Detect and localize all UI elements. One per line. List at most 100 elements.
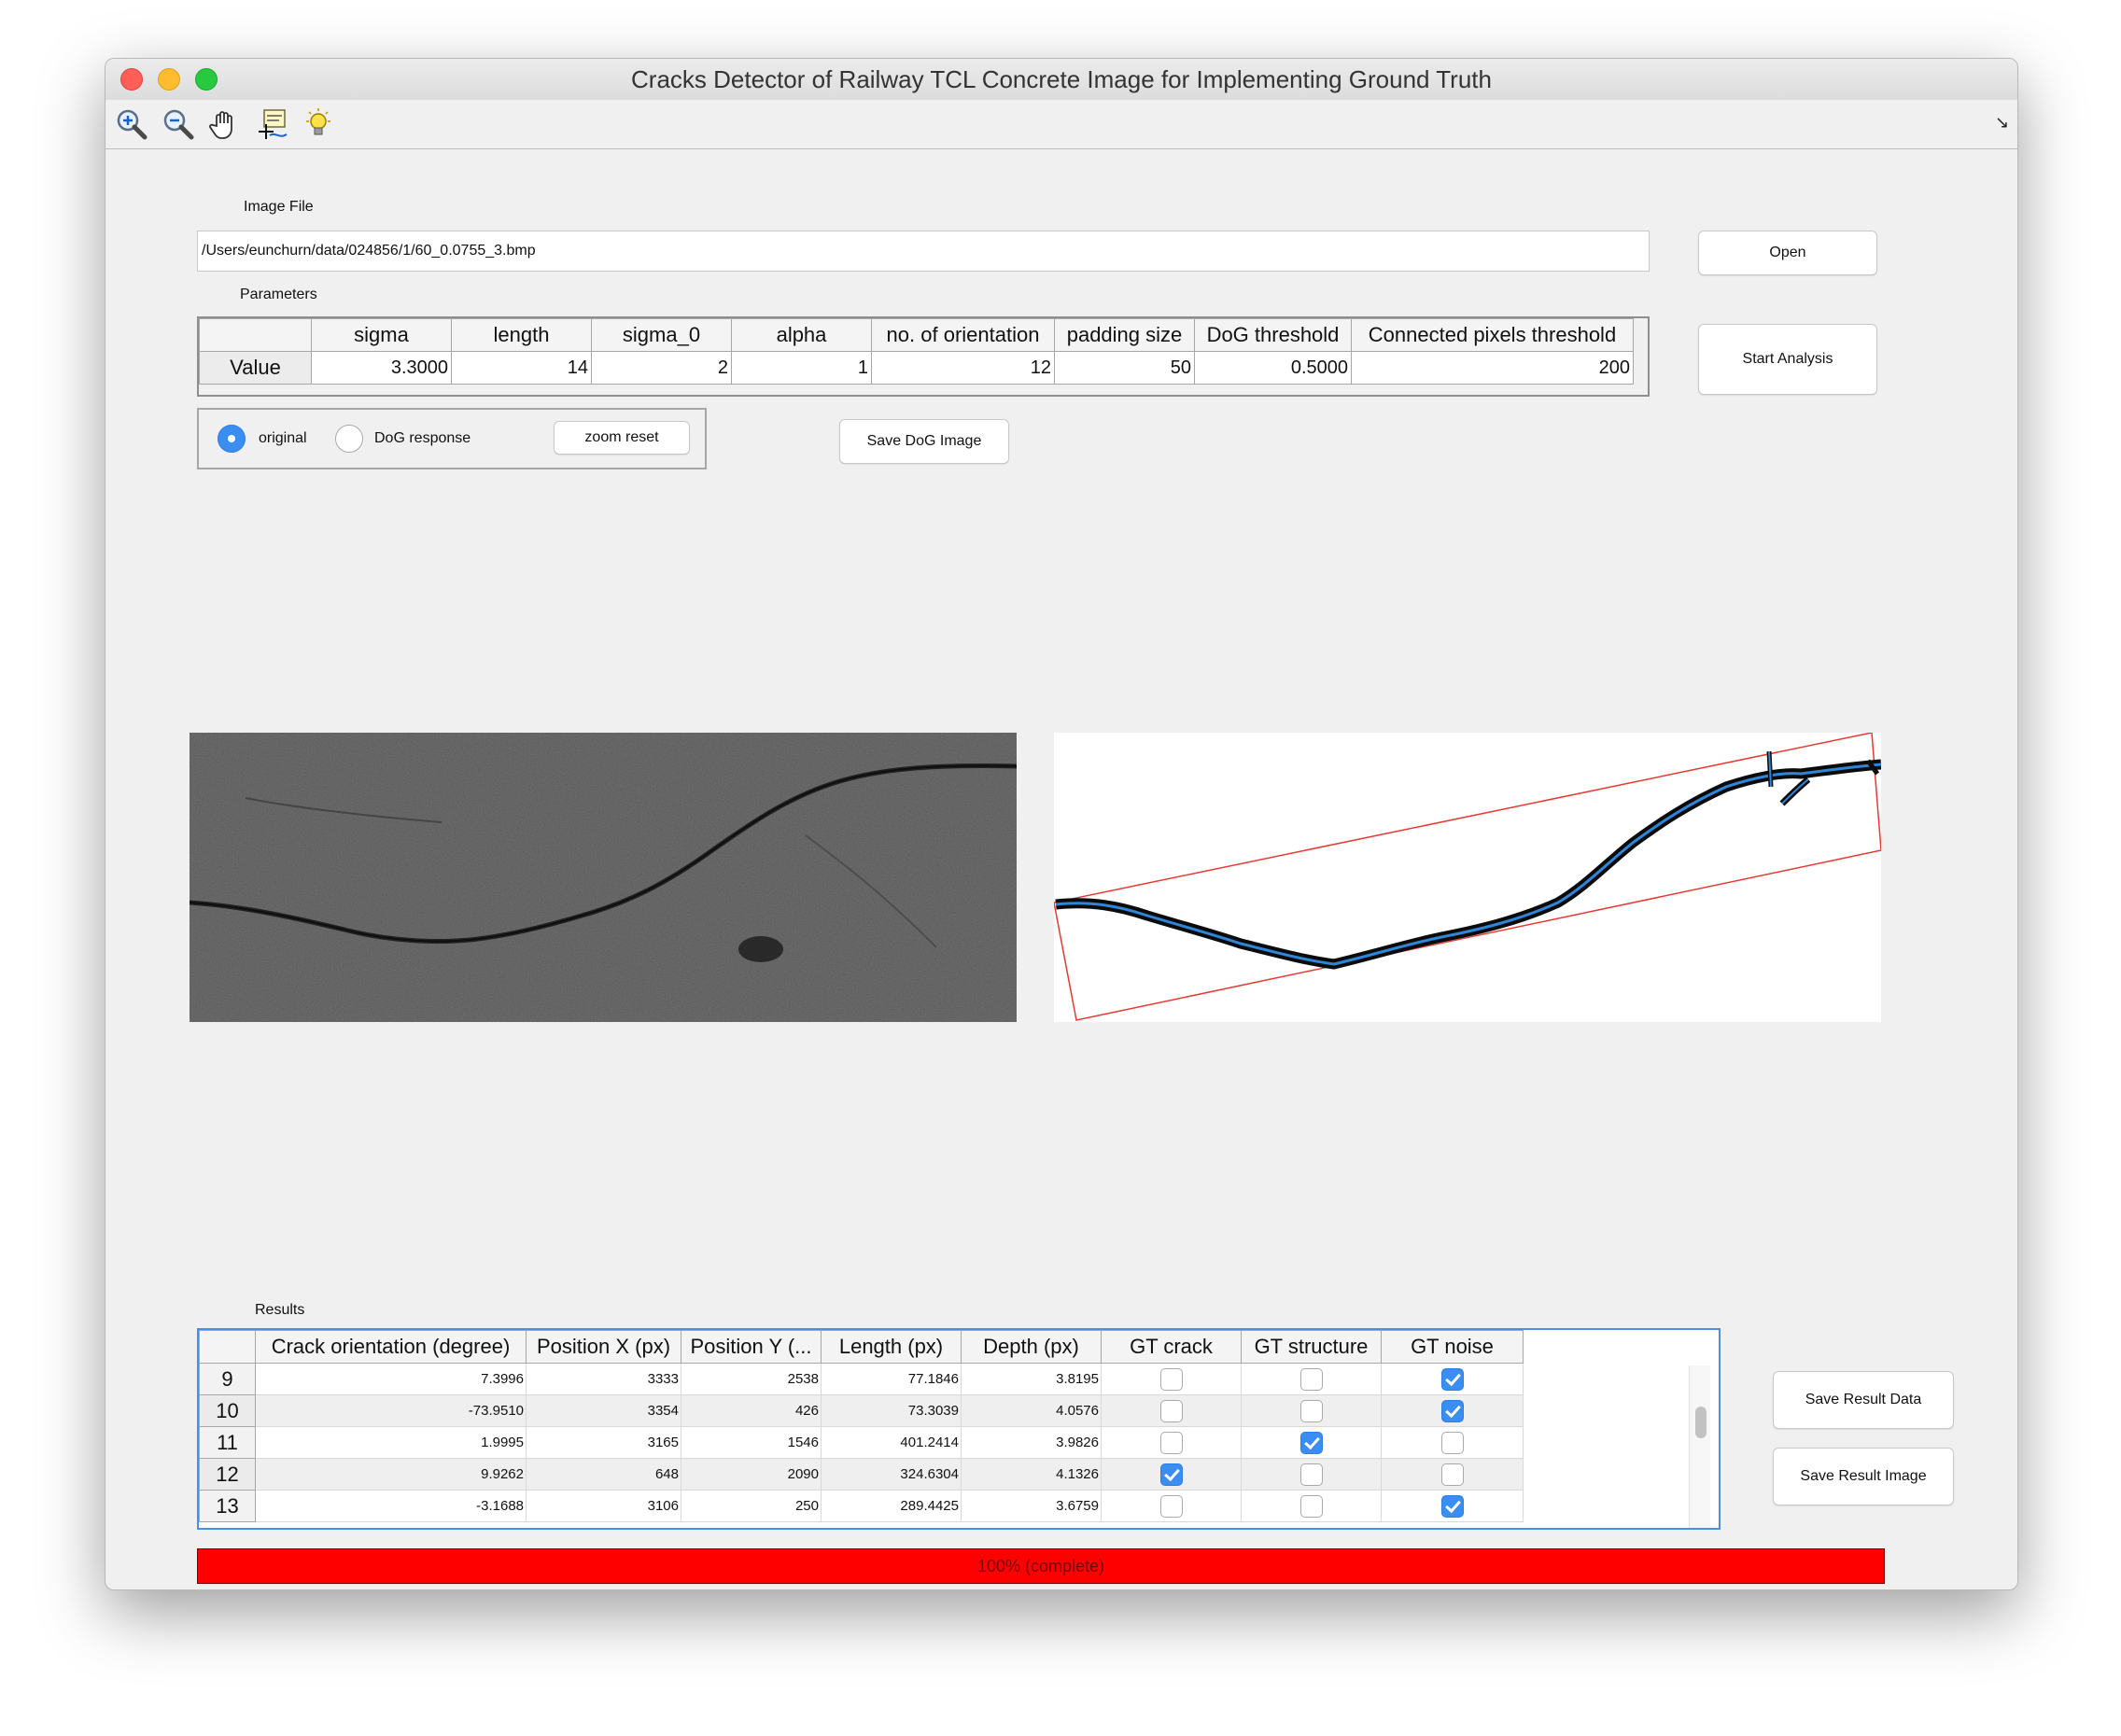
original-radio-label[interactable]: original <box>259 430 307 447</box>
orientation-cell[interactable]: -3.1688 <box>255 1490 527 1522</box>
param-value-dog-threshold[interactable]: 0.5000 <box>1194 351 1352 385</box>
window-title: Cracks Detector of Railway TCL Concrete … <box>631 65 1492 93</box>
gt-noise-checkbox[interactable] <box>1440 1494 1464 1518</box>
param-value-length[interactable]: 14 <box>451 351 592 385</box>
gt-structure-checkbox[interactable] <box>1299 1399 1323 1422</box>
position-y-cell[interactable]: 426 <box>681 1394 822 1427</box>
gt-structure-cell <box>1241 1363 1382 1395</box>
results-table[interactable]: Crack orientation (degree) Position X (p… <box>199 1330 1524 1522</box>
depth-cell[interactable]: 4.1326 <box>961 1458 1102 1491</box>
gt-crack-checkbox[interactable] <box>1159 1367 1183 1391</box>
orientation-cell[interactable]: 9.9262 <box>255 1458 527 1491</box>
gt-structure-cell <box>1241 1490 1382 1522</box>
dog-response-radio[interactable] <box>335 425 363 453</box>
gt-noise-checkbox[interactable] <box>1440 1431 1464 1454</box>
depth-cell[interactable]: 3.6759 <box>961 1490 1102 1522</box>
original-crack-image[interactable] <box>189 733 1018 1022</box>
row-number: 10 <box>199 1394 256 1427</box>
gt-noise-checkbox[interactable] <box>1440 1463 1464 1486</box>
param-header-padding-size: padding size <box>1054 318 1195 352</box>
param-value-alpha[interactable]: 1 <box>731 351 872 385</box>
position-y-cell[interactable]: 250 <box>681 1490 822 1522</box>
orientation-cell[interactable]: -73.9510 <box>255 1394 527 1427</box>
results-header-orientation[interactable]: Crack orientation (degree) <box>255 1330 527 1364</box>
param-value-connected-pixels-threshold[interactable]: 200 <box>1351 351 1634 385</box>
position-x-cell[interactable]: 3106 <box>526 1490 681 1522</box>
param-value-padding-size[interactable]: 50 <box>1054 351 1195 385</box>
param-header-alpha: alpha <box>731 318 872 352</box>
gt-structure-checkbox[interactable] <box>1299 1367 1323 1391</box>
parameters-label: Parameters <box>240 287 317 302</box>
data-cursor-icon[interactable] <box>255 107 288 141</box>
results-header-position-y[interactable]: Position Y (... <box>681 1330 822 1364</box>
table-row[interactable]: 11 1.9995 3165 1546 401.2414 3.9826 <box>199 1426 1524 1459</box>
crack-detection-result-image[interactable] <box>1053 732 1882 1022</box>
start-analysis-button[interactable]: Start Analysis <box>1698 324 1877 395</box>
position-y-cell[interactable]: 1546 <box>681 1426 822 1459</box>
parameters-table[interactable]: sigma length sigma_0 alpha no. of orient… <box>199 318 1634 385</box>
original-radio[interactable] <box>218 425 246 453</box>
table-row[interactable]: 9 7.3996 3333 2538 77.1846 3.8195 <box>199 1363 1524 1395</box>
length-cell[interactable]: 77.1846 <box>821 1363 962 1395</box>
save-result-image-button[interactable]: Save Result Image <box>1773 1448 1954 1505</box>
results-header-gt-structure[interactable]: GT structure <box>1241 1330 1382 1364</box>
gt-crack-checkbox[interactable] <box>1159 1431 1183 1454</box>
zoom-out-icon[interactable] <box>162 107 195 141</box>
view-mode-panel: original DoG response zoom reset <box>197 408 707 469</box>
orientation-cell[interactable]: 1.9995 <box>255 1426 527 1459</box>
gt-crack-checkbox[interactable] <box>1159 1399 1183 1422</box>
param-value-sigma-0[interactable]: 2 <box>591 351 732 385</box>
results-header-depth[interactable]: Depth (px) <box>961 1330 1102 1364</box>
length-cell[interactable]: 324.6304 <box>821 1458 962 1491</box>
position-x-cell[interactable]: 3333 <box>526 1363 681 1395</box>
zoom-reset-button[interactable]: zoom reset <box>554 421 690 455</box>
table-row[interactable]: 12 9.9262 648 2090 324.6304 4.1326 <box>199 1458 1524 1491</box>
gt-structure-checkbox[interactable] <box>1299 1494 1323 1518</box>
table-row[interactable]: 10 -73.9510 3354 426 73.3039 4.0576 <box>199 1394 1524 1427</box>
gt-crack-cell <box>1101 1363 1242 1395</box>
length-cell[interactable]: 289.4425 <box>821 1490 962 1522</box>
gt-noise-cell <box>1381 1363 1524 1395</box>
gt-structure-cell <box>1241 1458 1382 1491</box>
param-row-header: Value <box>199 351 312 385</box>
depth-cell[interactable]: 3.8195 <box>961 1363 1102 1395</box>
depth-cell[interactable]: 4.0576 <box>961 1394 1102 1427</box>
gt-noise-cell <box>1381 1490 1524 1522</box>
pan-hand-icon[interactable] <box>208 107 242 141</box>
save-dog-image-button[interactable]: Save DoG Image <box>839 419 1009 464</box>
open-button[interactable]: Open <box>1698 231 1877 275</box>
gt-noise-checkbox[interactable] <box>1440 1399 1464 1422</box>
gt-structure-checkbox[interactable] <box>1299 1463 1323 1486</box>
position-x-cell[interactable]: 3165 <box>526 1426 681 1459</box>
orientation-cell[interactable]: 7.3996 <box>255 1363 527 1395</box>
results-scrollbar[interactable] <box>1689 1365 1710 1528</box>
toolbar: ↘ <box>105 100 2017 149</box>
length-cell[interactable]: 401.2414 <box>821 1426 962 1459</box>
lightbulb-icon[interactable] <box>302 107 335 141</box>
results-header-gt-crack[interactable]: GT crack <box>1101 1330 1242 1364</box>
save-result-data-button[interactable]: Save Result Data <box>1773 1371 1954 1429</box>
dog-response-radio-label[interactable]: DoG response <box>374 430 471 447</box>
gt-crack-checkbox[interactable] <box>1159 1463 1183 1486</box>
gt-structure-checkbox[interactable] <box>1299 1431 1323 1454</box>
results-header-gt-noise[interactable]: GT noise <box>1381 1330 1524 1364</box>
image-path-field[interactable]: /Users/eunchurn/data/024856/1/60_0.0755_… <box>197 231 1650 272</box>
param-value-orientation-count[interactable]: 12 <box>871 351 1055 385</box>
gt-noise-cell <box>1381 1458 1524 1491</box>
gt-crack-cell <box>1101 1458 1242 1491</box>
results-header-position-x[interactable]: Position X (px) <box>526 1330 681 1364</box>
dock-toggle-icon[interactable]: ↘ <box>1995 113 2009 133</box>
gt-crack-checkbox[interactable] <box>1159 1494 1183 1518</box>
results-scroll-thumb[interactable] <box>1695 1407 1707 1438</box>
results-header-length[interactable]: Length (px) <box>821 1330 962 1364</box>
zoom-in-icon[interactable] <box>115 107 148 141</box>
position-x-cell[interactable]: 3354 <box>526 1394 681 1427</box>
position-y-cell[interactable]: 2090 <box>681 1458 822 1491</box>
depth-cell[interactable]: 3.9826 <box>961 1426 1102 1459</box>
gt-noise-checkbox[interactable] <box>1440 1367 1464 1391</box>
table-row[interactable]: 13 -3.1688 3106 250 289.4425 3.6759 <box>199 1490 1524 1522</box>
param-value-sigma[interactable]: 3.3000 <box>311 351 452 385</box>
position-y-cell[interactable]: 2538 <box>681 1363 822 1395</box>
length-cell[interactable]: 73.3039 <box>821 1394 962 1427</box>
position-x-cell[interactable]: 648 <box>526 1458 681 1491</box>
